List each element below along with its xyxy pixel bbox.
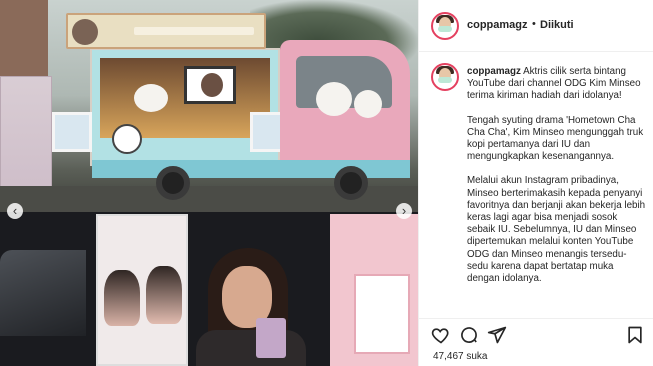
caption-paragraph-3: Melalui akun Instagram pribadinya, Minse…: [467, 175, 646, 285]
avatar[interactable]: [431, 12, 459, 40]
heart-icon[interactable]: [431, 325, 451, 345]
likes-count[interactable]: 47,467 suka: [433, 351, 488, 362]
truck-wheel: [334, 166, 368, 200]
carousel-prev-button[interactable]: ‹: [7, 203, 23, 219]
teddy-bear: [316, 82, 352, 116]
post-header: coppamagz • Diikuti: [419, 0, 653, 52]
photo-pink-display: [330, 214, 418, 366]
comment-icon[interactable]: [459, 325, 479, 345]
photo-girl-body: [196, 330, 306, 366]
truck-wheel: [156, 166, 190, 200]
teddy-bear: [354, 90, 382, 118]
likes-number: 47,467: [433, 351, 464, 362]
photo-car: [0, 250, 86, 336]
share-icon[interactable]: [487, 325, 507, 345]
bookmark-icon[interactable]: [625, 325, 645, 345]
caption-username[interactable]: coppamagz: [467, 66, 521, 77]
truck-sign: [66, 13, 266, 49]
truck-side-sign-left: [52, 112, 92, 152]
photo-drink-cup: [256, 318, 286, 358]
caption-area: coppamagz Aktris cilik serta bintang You…: [419, 53, 653, 317]
truck-logo-badge: [112, 124, 142, 154]
separator-dot: •: [532, 18, 536, 30]
photo-idol-standee: [96, 214, 188, 366]
post-side-panel: coppamagz • Diikuti coppamagz Aktris cil…: [418, 0, 653, 366]
post-username[interactable]: coppamagz: [467, 19, 528, 31]
post-photo[interactable]: ‹ ›: [0, 0, 418, 366]
photo-top-food-truck: [0, 0, 418, 212]
post-actions-bar: 47,467 suka: [419, 318, 653, 366]
truck-sign-text: [134, 27, 254, 35]
truck-sign-photo: [72, 19, 98, 45]
post-caption: coppamagz Aktris cilik serta bintang You…: [467, 66, 647, 297]
carousel-next-button[interactable]: ›: [396, 203, 412, 219]
caption-paragraph-2: Tengah syuting drama 'Hometown Cha Cha C…: [467, 114, 644, 163]
follow-status-button[interactable]: Diikuti: [540, 19, 574, 31]
truck-photo-board: [184, 66, 236, 104]
likes-suffix: suka: [466, 351, 488, 362]
teddy-bear: [134, 84, 168, 112]
caption-avatar[interactable]: [431, 63, 459, 91]
